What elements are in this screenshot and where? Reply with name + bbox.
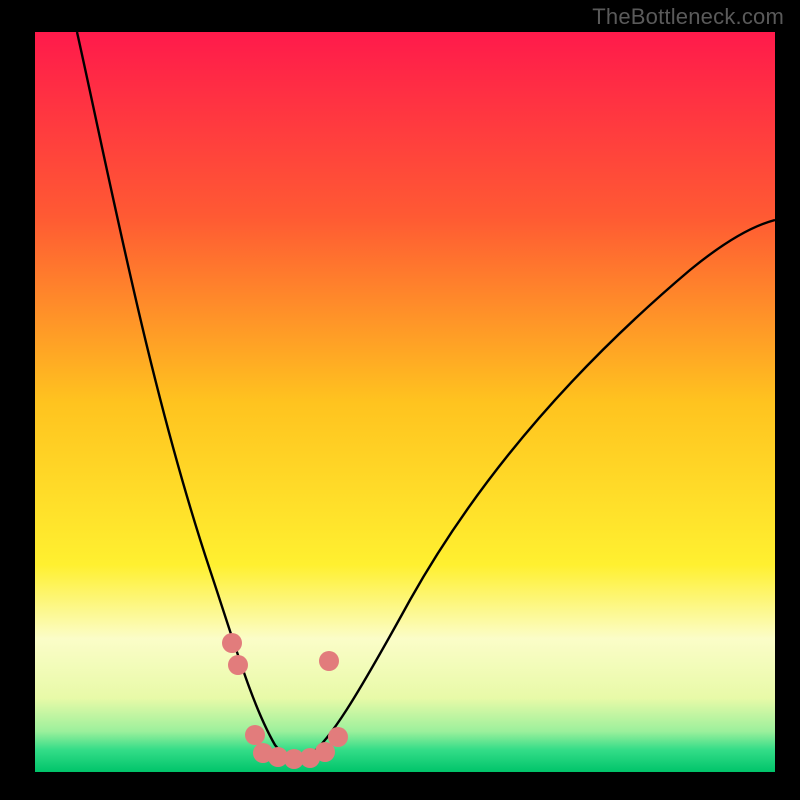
chart-frame: TheBottleneck.com — [0, 0, 800, 800]
watermark-text: TheBottleneck.com — [592, 4, 784, 30]
plot-background — [35, 32, 775, 772]
chart-svg — [0, 0, 800, 800]
